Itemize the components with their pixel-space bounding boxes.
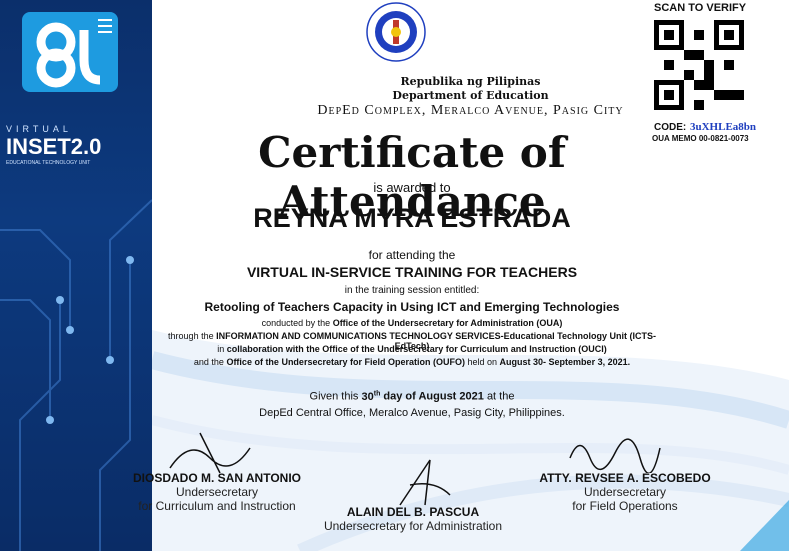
line1-pre: conducted by the [261, 318, 331, 328]
given-bold: day of August 2021 [383, 390, 484, 403]
deped-seal [366, 2, 426, 62]
field-ops-line: and the Office of the Undersecretary for… [152, 357, 672, 367]
given-line: Given this 30th day of August 2021 at th… [152, 390, 672, 403]
program-title: VIRTUAL IN-SERVICE TRAINING FOR TEACHERS [246, 264, 578, 280]
signatory-3-role: Undersecretary [583, 485, 667, 499]
signatory-1-role2: for Curriculum and Instruction [138, 499, 296, 513]
session-title: Retooling of Teachers Capacity in Using … [204, 300, 620, 314]
signatory-1-role: Undersecretary [175, 485, 259, 499]
logo-subtitle: EDUCATIONAL TECHNOLOGY UNIT [6, 160, 91, 166]
for-attending: for attending the [368, 248, 456, 262]
line4-pre: and the [193, 357, 224, 367]
line3-bold: collaboration with the Office of the Und… [226, 344, 607, 354]
signature-escobedo [569, 438, 661, 473]
venue-line: DepEd Central Office, Meralco Avenue, Pa… [259, 407, 565, 419]
signatory-3-role2: for Field Operations [572, 499, 678, 513]
line4-mid: held on [467, 357, 498, 367]
signature-pascua [399, 459, 451, 506]
conducted-line: conducted by the Office of the Undersecr… [152, 318, 672, 328]
given-post: at the [486, 390, 515, 403]
sidebar-panel: VIRTUAL INSET2.0 EDUCATIONAL TECHNOLOGY … [0, 0, 152, 551]
signatory-3-name: ATTY. REVSEE A. ESCOBEDO [539, 471, 711, 485]
signatory-2-role: Undersecretary for Administration [323, 519, 503, 533]
line3-pre: in [217, 344, 225, 354]
session-intro: in the training session entitled: [344, 285, 480, 296]
line1-bold: Office of the Undersecretary for Adminis… [332, 318, 563, 328]
signatory-2-name: ALAIN DEL B. PASCUA [346, 505, 480, 519]
edtech-logo [16, 10, 121, 95]
awarded-text: is awarded to [373, 180, 451, 195]
scan-label: SCAN TO VERIFY [654, 2, 747, 14]
line4-date: August 30- September 3, 2021. [499, 357, 631, 367]
given-sup: th [373, 390, 381, 397]
line2-pre: through the [168, 331, 214, 341]
collaboration-line: in collaboration with the Office of the … [152, 344, 672, 354]
given-day: 30 [361, 390, 374, 403]
line4-bold: Office of the Undersecretary for Field O… [226, 357, 465, 367]
recipient-name: REYNA MYRA ESTRADA [253, 203, 571, 233]
signatory-1-name: DIOSDADO M. SAN ANTONIO [132, 471, 301, 485]
code-value: 3uXHLEa8bn [690, 121, 757, 133]
qr-code[interactable] [654, 20, 744, 110]
logo-virtual: VIRTUAL [6, 124, 72, 134]
logo-inset: INSET2.0 [6, 134, 102, 159]
given-pre: Given this [309, 390, 359, 403]
